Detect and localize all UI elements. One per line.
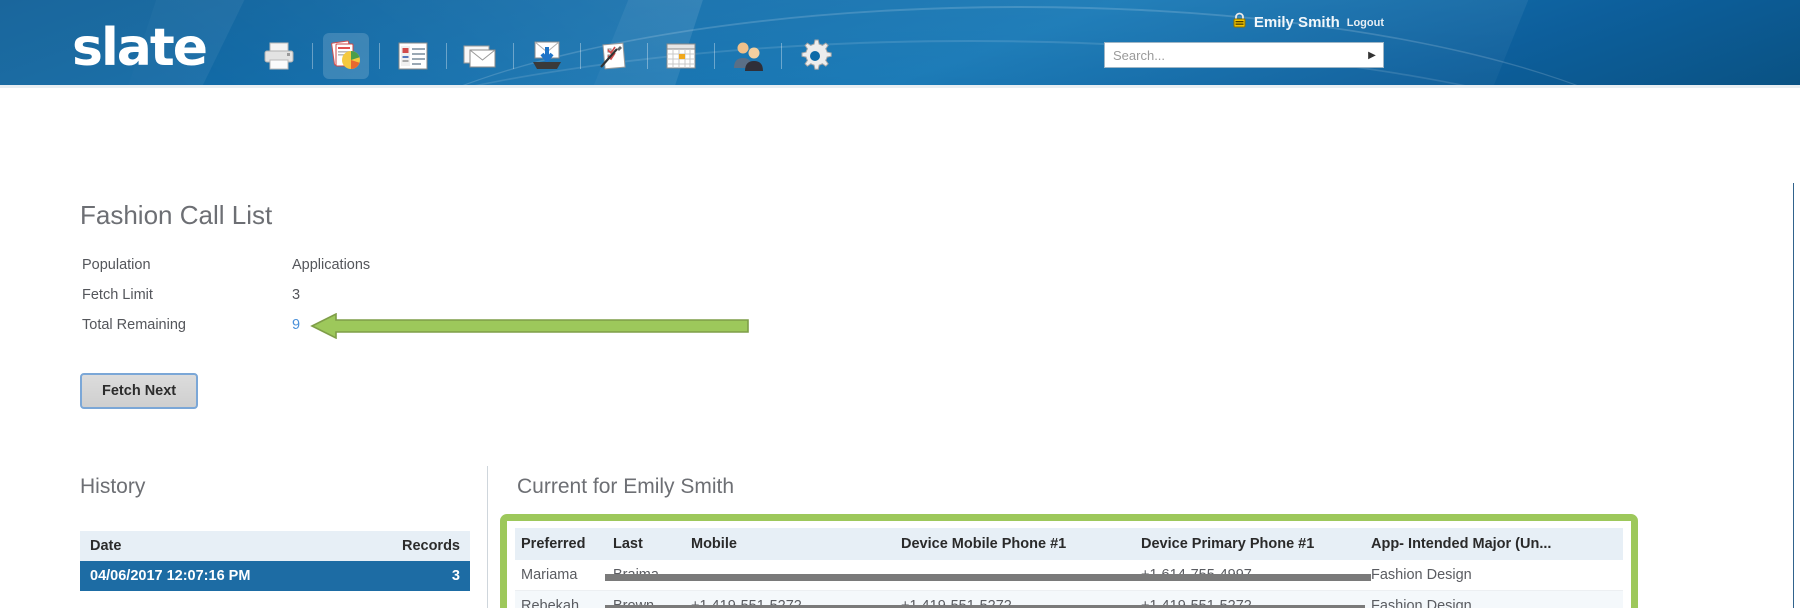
fetch-next-button[interactable]: Fetch Next bbox=[80, 373, 199, 409]
current-header-row: Preferred Last Mobile Device Mobile Phon… bbox=[515, 528, 1623, 560]
settings-icon[interactable] bbox=[792, 33, 838, 79]
mail-icon[interactable] bbox=[457, 33, 503, 79]
printer-icon[interactable] bbox=[256, 33, 302, 79]
table-row[interactable]: Mariama Braima +1 614-755-4997 Fashion D… bbox=[515, 560, 1623, 591]
search-box[interactable]: ▶ bbox=[1104, 42, 1384, 68]
table-row[interactable]: Rebekah Brown +1 419-551-5272 +1 419-551… bbox=[515, 590, 1623, 608]
history-title: History bbox=[80, 475, 146, 498]
col-mobile[interactable]: Mobile bbox=[685, 528, 895, 560]
meta-row-fetch-limit: Fetch Limit 3 bbox=[82, 280, 370, 310]
lock-icon bbox=[1232, 12, 1247, 33]
col-intended-major[interactable]: App- Intended Major (Un... bbox=[1365, 528, 1623, 560]
history-col-date[interactable]: Date bbox=[80, 531, 353, 561]
forms-icon[interactable] bbox=[591, 33, 637, 79]
toolbar-separator bbox=[781, 43, 782, 69]
toolbar-separator bbox=[714, 43, 715, 69]
section-divider bbox=[487, 466, 488, 608]
col-device-primary[interactable]: Device Primary Phone #1 bbox=[1135, 528, 1365, 560]
cell-device-mobile[interactable] bbox=[893, 560, 1141, 591]
current-records-table: Preferred Last Mobile Device Mobile Phon… bbox=[515, 528, 1623, 608]
history-cell-date[interactable]: 04/06/2017 12:07:16 PM bbox=[80, 561, 353, 591]
app-header: slate Emily Smith Logout Search... ▶ bbox=[0, 0, 1800, 88]
search-input[interactable] bbox=[1111, 44, 1361, 66]
toolbar-separator bbox=[379, 43, 380, 69]
cell-device-primary[interactable]: +1 419-551-5272 bbox=[1133, 590, 1371, 608]
calendar-icon[interactable] bbox=[658, 33, 704, 79]
cell-device-mobile[interactable]: +1 419-551-5272 bbox=[893, 590, 1141, 608]
toolbar-separator bbox=[446, 43, 447, 69]
cell-device-primary[interactable]: +1 614-755-4997 bbox=[1133, 560, 1371, 591]
meta-row-population: Population Applications bbox=[82, 250, 370, 280]
cell-last[interactable]: Braima bbox=[605, 560, 691, 591]
cell-mobile[interactable] bbox=[683, 560, 901, 591]
meta-value: 3 bbox=[292, 287, 301, 303]
main-toolbar bbox=[250, 28, 844, 84]
toolbar-separator bbox=[312, 43, 313, 69]
history-cell-records[interactable]: 3 bbox=[352, 561, 470, 591]
user-name[interactable]: Emily Smith bbox=[1254, 14, 1340, 31]
page-right-rule bbox=[1793, 183, 1794, 608]
user-block: Emily Smith Logout bbox=[1232, 12, 1384, 33]
meta-label: Fetch Limit bbox=[82, 287, 153, 303]
page-body: Fashion Call List Population Application… bbox=[0, 88, 1800, 608]
cell-preferred[interactable]: Mariama bbox=[515, 560, 607, 591]
history-header-row: Date Records bbox=[80, 531, 470, 561]
col-device-mobile[interactable]: Device Mobile Phone #1 bbox=[895, 528, 1135, 560]
toolbar-separator bbox=[513, 43, 514, 69]
records-icon[interactable] bbox=[390, 33, 436, 79]
meta-label: Population bbox=[82, 257, 151, 273]
toolbar-separator bbox=[647, 43, 648, 69]
col-last[interactable]: Last bbox=[607, 528, 685, 560]
col-preferred[interactable]: Preferred bbox=[515, 528, 607, 560]
inbox-icon[interactable] bbox=[524, 33, 570, 79]
search-submit-icon[interactable]: ▶ bbox=[1361, 50, 1383, 61]
logout-link[interactable]: Logout bbox=[1347, 17, 1384, 29]
history-col-records[interactable]: Records bbox=[352, 531, 470, 561]
cell-mobile[interactable]: +1 419-551-5272 bbox=[683, 590, 901, 608]
cell-intended-major[interactable]: Fashion Design bbox=[1365, 560, 1623, 591]
current-title: Current for Emily Smith bbox=[517, 475, 735, 498]
cell-last[interactable]: Brown bbox=[605, 590, 691, 608]
history-table: Date Records 04/06/2017 12:07:16 PM 3 bbox=[80, 531, 470, 591]
annotation-arrow bbox=[310, 312, 750, 340]
meta-label: Total Remaining bbox=[82, 317, 186, 333]
reports-icon[interactable] bbox=[323, 33, 369, 79]
cell-preferred[interactable]: Rebekah bbox=[515, 590, 607, 608]
page-title: Fashion Call List bbox=[80, 200, 273, 230]
total-remaining-link[interactable]: 9 bbox=[292, 317, 300, 333]
slate-logo[interactable]: slate bbox=[72, 22, 208, 74]
history-row[interactable]: 04/06/2017 12:07:16 PM 3 bbox=[80, 561, 470, 591]
people-icon[interactable] bbox=[725, 33, 771, 79]
meta-value: Applications bbox=[292, 257, 371, 273]
toolbar-separator bbox=[580, 43, 581, 69]
cell-intended-major[interactable]: Fashion Design bbox=[1365, 590, 1623, 608]
